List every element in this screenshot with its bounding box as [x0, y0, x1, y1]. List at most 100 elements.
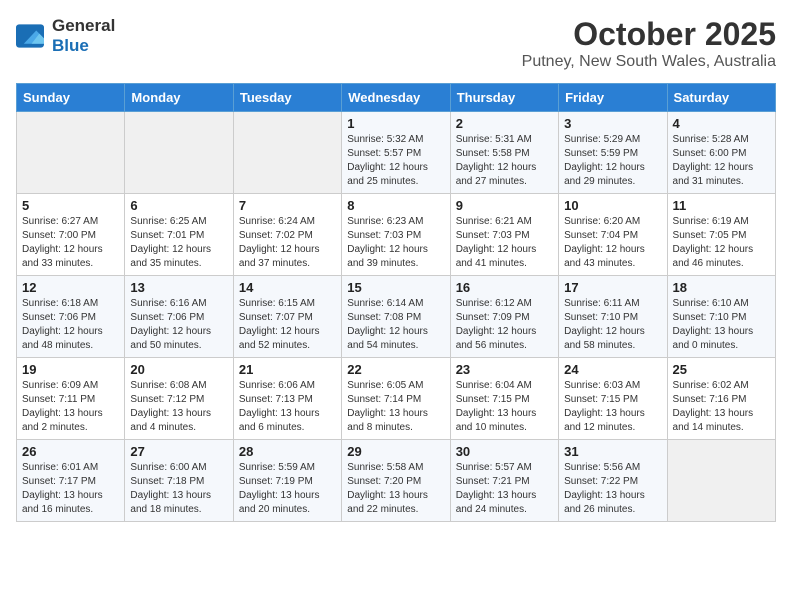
calendar-cell [233, 112, 341, 194]
day-info: Sunrise: 6:27 AM Sunset: 7:00 PM Dayligh… [22, 215, 119, 271]
calendar-cell: 2 Sunrise: 5:31 AM Sunset: 5:58 PM Daylig… [450, 112, 558, 194]
day-info: Sunrise: 6:18 AM Sunset: 7:06 PM Dayligh… [22, 297, 119, 353]
day-number: 23 [456, 362, 553, 377]
page-header: General Blue October 2025 Putney, New So… [16, 16, 776, 71]
day-info: Sunrise: 6:14 AM Sunset: 7:08 PM Dayligh… [347, 297, 444, 353]
calendar-cell: 30Sunrise: 5:57 AM Sunset: 7:21 PM Dayli… [450, 440, 558, 522]
day-info: Sunrise: 6:24 AM Sunset: 7:02 PM Dayligh… [239, 215, 336, 271]
calendar-cell: 27 Sunrise: 6:00 AM Sunset: 7:18 PM Dayli… [125, 440, 233, 522]
title-area: October 2025 Putney, New South Wales, Au… [522, 16, 776, 71]
calendar-cell: 24 Sunrise: 6:03 AM Sunset: 7:15 PM Dayli… [559, 358, 667, 440]
day-number: 18 [673, 280, 770, 295]
calendar-cell: 9 Sunrise: 6:21 AM Sunset: 7:03 PM Daylig… [450, 194, 558, 276]
calendar-cell: 26 Sunrise: 6:01 AM Sunset: 7:17 PM Dayli… [17, 440, 125, 522]
logo: General Blue [16, 16, 115, 55]
calendar-cell: 6 Sunrise: 6:25 AM Sunset: 7:01 PM Daylig… [125, 194, 233, 276]
day-info: Sunrise: 5:28 AM Sunset: 6:00 PM Dayligh… [673, 133, 770, 189]
day-number: 27 [130, 444, 227, 459]
calendar-cell [667, 440, 775, 522]
day-info: Sunrise: 6:10 AM Sunset: 7:10 PM Dayligh… [673, 297, 770, 353]
calendar-cell: 23 Sunrise: 6:04 AM Sunset: 7:15 PM Dayli… [450, 358, 558, 440]
day-info: Sunrise: 6:01 AM Sunset: 7:17 PM Dayligh… [22, 461, 119, 517]
day-number: 22 [347, 362, 444, 377]
logo-text: General Blue [52, 16, 115, 55]
day-number: 20 [130, 362, 227, 377]
header-thursday: Thursday [450, 84, 558, 112]
day-number: 4 [673, 116, 770, 131]
day-number: 14 [239, 280, 336, 295]
day-number: 8 [347, 198, 444, 213]
week-row-2: 5 Sunrise: 6:27 AM Sunset: 7:00 PM Daylig… [17, 194, 776, 276]
day-info: Sunrise: 5:29 AM Sunset: 5:59 PM Dayligh… [564, 133, 661, 189]
calendar-cell: 14 Sunrise: 6:15 AM Sunset: 7:07 PM Dayli… [233, 276, 341, 358]
calendar-cell: 28Sunrise: 5:59 AM Sunset: 7:19 PM Dayli… [233, 440, 341, 522]
day-number: 11 [673, 198, 770, 213]
calendar-cell: 7 Sunrise: 6:24 AM Sunset: 7:02 PM Daylig… [233, 194, 341, 276]
calendar-cell: 20 Sunrise: 6:08 AM Sunset: 7:12 PM Dayli… [125, 358, 233, 440]
calendar-cell: 22 Sunrise: 6:05 AM Sunset: 7:14 PM Dayli… [342, 358, 450, 440]
day-info: Sunrise: 6:03 AM Sunset: 7:15 PM Dayligh… [564, 379, 661, 435]
header-sunday: Sunday [17, 84, 125, 112]
day-info: Sunrise: 6:20 AM Sunset: 7:04 PM Dayligh… [564, 215, 661, 271]
day-number: 5 [22, 198, 119, 213]
header-saturday: Saturday [667, 84, 775, 112]
header-monday: Monday [125, 84, 233, 112]
calendar-cell: 4 Sunrise: 5:28 AM Sunset: 6:00 PM Daylig… [667, 112, 775, 194]
day-number: 9 [456, 198, 553, 213]
day-number: 25 [673, 362, 770, 377]
calendar-cell: 8 Sunrise: 6:23 AM Sunset: 7:03 PM Daylig… [342, 194, 450, 276]
day-info: Sunrise: 5:31 AM Sunset: 5:58 PM Dayligh… [456, 133, 553, 189]
calendar-cell: 5 Sunrise: 6:27 AM Sunset: 7:00 PM Daylig… [17, 194, 125, 276]
week-row-5: 26 Sunrise: 6:01 AM Sunset: 7:17 PM Dayli… [17, 440, 776, 522]
day-number: 7 [239, 198, 336, 213]
day-number: 26 [22, 444, 119, 459]
calendar-cell: 15 Sunrise: 6:14 AM Sunset: 7:08 PM Dayli… [342, 276, 450, 358]
day-number: 21 [239, 362, 336, 377]
calendar-cell: 3 Sunrise: 5:29 AM Sunset: 5:59 PM Daylig… [559, 112, 667, 194]
calendar-cell: 1Sunrise: 5:32 AM Sunset: 5:57 PM Daylig… [342, 112, 450, 194]
day-number: 30 [456, 444, 553, 459]
day-number: 1 [347, 116, 444, 131]
day-info: Sunrise: 6:06 AM Sunset: 7:13 PM Dayligh… [239, 379, 336, 435]
calendar-cell: 13 Sunrise: 6:16 AM Sunset: 7:06 PM Dayli… [125, 276, 233, 358]
day-number: 2 [456, 116, 553, 131]
day-info: Sunrise: 6:15 AM Sunset: 7:07 PM Dayligh… [239, 297, 336, 353]
header-friday: Friday [559, 84, 667, 112]
calendar-cell: 21 Sunrise: 6:06 AM Sunset: 7:13 PM Dayli… [233, 358, 341, 440]
day-info: Sunrise: 6:21 AM Sunset: 7:03 PM Dayligh… [456, 215, 553, 271]
day-number: 17 [564, 280, 661, 295]
day-number: 10 [564, 198, 661, 213]
day-number: 15 [347, 280, 444, 295]
calendar-cell [125, 112, 233, 194]
calendar-cell: 18 Sunrise: 6:10 AM Sunset: 7:10 PM Dayli… [667, 276, 775, 358]
day-info: Sunrise: 6:25 AM Sunset: 7:01 PM Dayligh… [130, 215, 227, 271]
calendar-cell [17, 112, 125, 194]
day-info: Sunrise: 6:08 AM Sunset: 7:12 PM Dayligh… [130, 379, 227, 435]
calendar-cell: 16 Sunrise: 6:12 AM Sunset: 7:09 PM Dayli… [450, 276, 558, 358]
calendar-cell: 17Sunrise: 6:11 AM Sunset: 7:10 PM Dayli… [559, 276, 667, 358]
day-number: 13 [130, 280, 227, 295]
day-info: Sunrise: 5:58 AM Sunset: 7:20 PM Dayligh… [347, 461, 444, 517]
calendar-cell: 10 Sunrise: 6:20 AM Sunset: 7:04 PM Dayli… [559, 194, 667, 276]
day-info: Sunrise: 6:00 AM Sunset: 7:18 PM Dayligh… [130, 461, 227, 517]
day-number: 16 [456, 280, 553, 295]
header-wednesday: Wednesday [342, 84, 450, 112]
week-row-4: 19Sunrise: 6:09 AM Sunset: 7:11 PM Dayli… [17, 358, 776, 440]
calendar-cell: 25 Sunrise: 6:02 AM Sunset: 7:16 PM Dayli… [667, 358, 775, 440]
location-subtitle: Putney, New South Wales, Australia [522, 53, 776, 71]
day-info: Sunrise: 5:56 AM Sunset: 7:22 PM Dayligh… [564, 461, 661, 517]
day-number: 19 [22, 362, 119, 377]
day-number: 29 [347, 444, 444, 459]
day-info: Sunrise: 6:04 AM Sunset: 7:15 PM Dayligh… [456, 379, 553, 435]
day-info: Sunrise: 6:19 AM Sunset: 7:05 PM Dayligh… [673, 215, 770, 271]
day-number: 3 [564, 116, 661, 131]
day-info: Sunrise: 6:05 AM Sunset: 7:14 PM Dayligh… [347, 379, 444, 435]
day-info: Sunrise: 6:16 AM Sunset: 7:06 PM Dayligh… [130, 297, 227, 353]
day-number: 24 [564, 362, 661, 377]
day-info: Sunrise: 6:12 AM Sunset: 7:09 PM Dayligh… [456, 297, 553, 353]
day-info: Sunrise: 6:02 AM Sunset: 7:16 PM Dayligh… [673, 379, 770, 435]
header-tuesday: Tuesday [233, 84, 341, 112]
day-info: Sunrise: 6:23 AM Sunset: 7:03 PM Dayligh… [347, 215, 444, 271]
week-row-3: 12Sunrise: 6:18 AM Sunset: 7:06 PM Dayli… [17, 276, 776, 358]
day-number: 6 [130, 198, 227, 213]
